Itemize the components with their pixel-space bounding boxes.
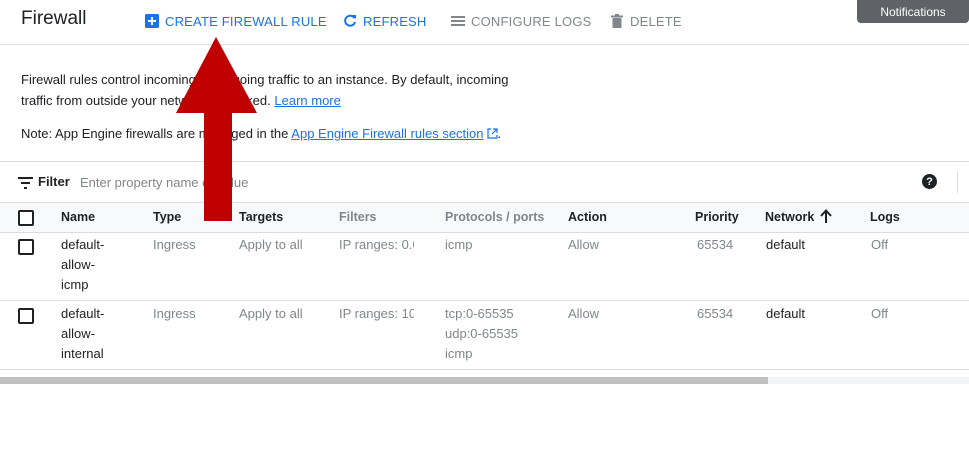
rule-name-line: icmp: [61, 277, 89, 292]
rule-targets: Apply to all: [239, 237, 303, 252]
column-header-action[interactable]: Action: [568, 210, 607, 224]
table-row: default- allow- internal Ingress Apply t…: [0, 301, 969, 370]
rule-action: Allow: [568, 306, 600, 321]
trash-icon: [610, 14, 624, 28]
description-line-2: traffic from outside your network is blo…: [21, 92, 271, 108]
refresh-label: REFRESH: [363, 13, 427, 29]
row-checkbox[interactable]: [18, 308, 34, 324]
create-firewall-rule-button[interactable]: CREATE FIREWALL RULE: [145, 12, 327, 30]
column-header-logs[interactable]: Logs: [870, 210, 900, 224]
column-header-protocols: Protocols / ports: [445, 210, 545, 224]
rule-network[interactable]: default: [766, 304, 805, 324]
rule-protocols: icmp: [445, 235, 472, 255]
filter-input[interactable]: [80, 172, 380, 192]
rule-name-line: default-: [61, 306, 105, 321]
select-all-checkbox[interactable]: [18, 210, 34, 226]
refresh-icon: [343, 14, 357, 28]
rule-logs: Off: [871, 237, 889, 252]
protocol-entry: icmp: [445, 237, 473, 252]
rule-filters: IP ranges: 10.128.0.0/9: [339, 306, 414, 321]
table-row: default- allow- icmp Ingress Apply to al…: [0, 232, 969, 301]
table-header: Name Type Targets Filters Protocols / po…: [0, 202, 969, 233]
rule-action: Allow: [568, 237, 600, 252]
column-header-type[interactable]: Type: [153, 210, 181, 224]
horizontal-scrollbar-thumb[interactable]: [0, 377, 768, 384]
rule-network[interactable]: default: [766, 235, 805, 255]
rule-protocols: tcp:0-65535 udp:0-65535 icmp: [445, 304, 518, 364]
configure-logs-label: CONFIGURE LOGS: [471, 13, 592, 29]
create-firewall-rule-label: CREATE FIREWALL RULE: [165, 13, 327, 29]
rule-name[interactable]: default- allow- internal: [61, 304, 104, 364]
description-line-1: Firewall rules control incoming or outgo…: [21, 72, 509, 87]
column-header-priority[interactable]: Priority: [695, 210, 739, 224]
configure-logs-button[interactable]: CONFIGURE LOGS: [451, 12, 592, 30]
rule-type: Ingress: [153, 237, 196, 252]
help-icon[interactable]: ?: [922, 174, 937, 189]
sort-ascending-icon[interactable]: [820, 209, 832, 224]
column-header-name[interactable]: Name: [61, 210, 95, 224]
note-text: Note: App Engine firewalls are managed i…: [21, 126, 289, 141]
app-engine-firewall-link[interactable]: App Engine Firewall rules section: [291, 126, 483, 141]
filter-bar: Filter ?: [0, 162, 969, 202]
rule-type: Ingress: [153, 306, 196, 321]
delete-button[interactable]: DELETE: [610, 12, 682, 30]
note-suffix: .: [497, 126, 502, 141]
column-header-filters: Filters: [339, 210, 377, 224]
rule-priority: 65534: [697, 306, 734, 321]
protocol-entry: udp:0-65535: [445, 326, 519, 341]
notifications-button[interactable]: Notifications: [857, 0, 969, 23]
add-box-icon: [145, 14, 159, 28]
rule-priority: 65534: [697, 237, 734, 252]
delete-label: DELETE: [630, 13, 682, 29]
column-header-network[interactable]: Network: [765, 210, 814, 224]
divider: [957, 172, 958, 193]
external-link-icon: [486, 127, 498, 139]
rule-name-line: allow-: [61, 257, 95, 272]
refresh-button[interactable]: REFRESH: [343, 12, 427, 30]
top-bar: Firewall CREATE FIREWALL RULE REFRESH CO…: [0, 0, 969, 45]
rule-name[interactable]: default- allow- icmp: [61, 235, 104, 295]
list-icon: [451, 14, 465, 28]
rule-name-line: internal: [61, 346, 104, 361]
row-checkbox[interactable]: [18, 239, 34, 255]
app-engine-note: Note: App Engine firewalls are managed i…: [21, 126, 501, 141]
filter-icon: [18, 176, 33, 189]
column-header-targets[interactable]: Targets: [239, 210, 283, 224]
protocol-entry: tcp:0-65535: [445, 306, 514, 321]
protocol-entry: icmp: [445, 346, 473, 361]
rule-name-line: allow-: [61, 326, 95, 341]
rule-targets: Apply to all: [239, 306, 303, 321]
learn-more-link[interactable]: Learn more: [274, 93, 340, 108]
page-title: Firewall: [21, 8, 87, 29]
rule-filters: IP ranges: 0.0.0.0/0: [339, 237, 414, 252]
rule-name-line: default-: [61, 237, 105, 252]
firewall-description: Firewall rules control incoming or outgo…: [21, 70, 541, 111]
filter-label: Filter: [38, 174, 70, 189]
rule-logs: Off: [871, 306, 889, 321]
